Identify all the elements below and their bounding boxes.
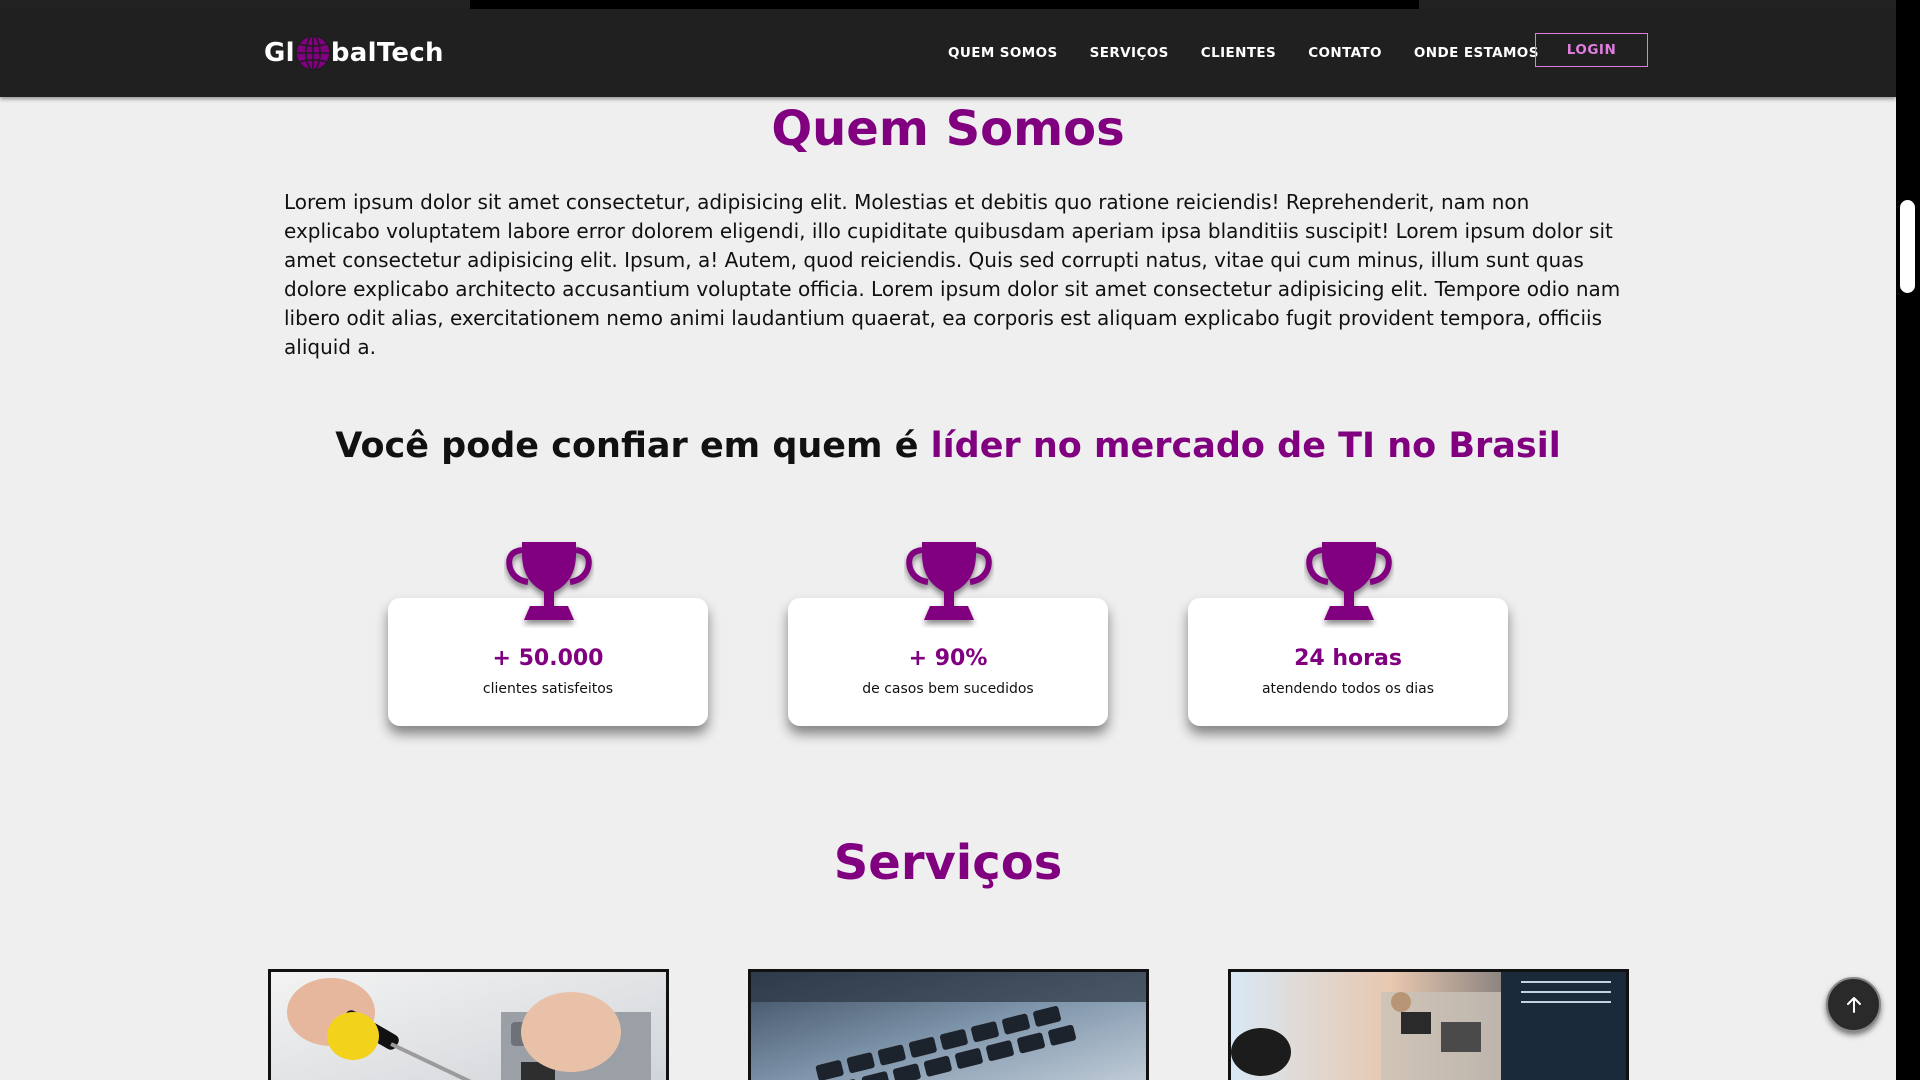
services-title: Serviços [833, 835, 1063, 891]
hardware-repair-image[interactable] [268, 969, 669, 1080]
stat-value: + 90% [908, 646, 988, 671]
nav-item-onde-estamos[interactable]: ONDE ESTAMOS [1414, 45, 1539, 61]
arrow-up-icon [1846, 996, 1861, 1013]
trophy-icon [906, 542, 992, 620]
leader-highlight: líder no mercado de TI no Brasil [930, 426, 1561, 466]
back-to-top-button[interactable] [1826, 977, 1881, 1032]
about-text: Lorem ipsum dolor sit amet consectetur, … [284, 190, 1621, 359]
nav-item-servicos[interactable]: SERVIÇOS [1090, 45, 1169, 61]
stat-label: de casos bem sucedidos [862, 681, 1034, 697]
nav-menu: QUEM SOMOS SERVIÇOS CLIENTES CONTATO OND… [948, 45, 1571, 61]
trophy-icon [1306, 542, 1392, 620]
globe-icon [295, 35, 331, 71]
leader-prefix: Você pode confiar em quem é [335, 426, 919, 466]
leader-heading: Você pode confiar em quem é líder no mer… [0, 426, 1896, 466]
trophy-icon [506, 542, 592, 620]
laptop-keyboard-image[interactable] [748, 969, 1149, 1080]
login-button[interactable]: LOGIN [1535, 33, 1648, 67]
scrollbar-thumb[interactable] [1900, 200, 1915, 293]
about-title: Quem Somos [771, 101, 1125, 157]
scrollbar[interactable] [1896, 0, 1920, 1080]
nav-item-contato[interactable]: CONTATO [1308, 45, 1382, 61]
circuit-board-image[interactable] [1228, 969, 1629, 1080]
navbar: Gl balTech QUEM SOMOS SERVIÇOS CLIENTES … [0, 9, 1896, 97]
brand-logo[interactable]: Gl balTech [264, 31, 444, 75]
nav-item-clientes[interactable]: CLIENTES [1201, 45, 1276, 61]
stat-value: + 50.000 [492, 646, 604, 671]
stat-value: 24 horas [1294, 646, 1402, 671]
brand-suffix: balTech [330, 38, 444, 68]
stat-label: clientes satisfeitos [482, 681, 614, 697]
page: Gl balTech QUEM SOMOS SERVIÇOS CLIENTES … [0, 0, 1920, 1080]
nav-item-quem-somos[interactable]: QUEM SOMOS [948, 45, 1058, 61]
stat-label: atendendo todos os dias [1261, 681, 1435, 697]
top-strip [0, 0, 1896, 9]
brand-prefix: Gl [264, 38, 295, 68]
